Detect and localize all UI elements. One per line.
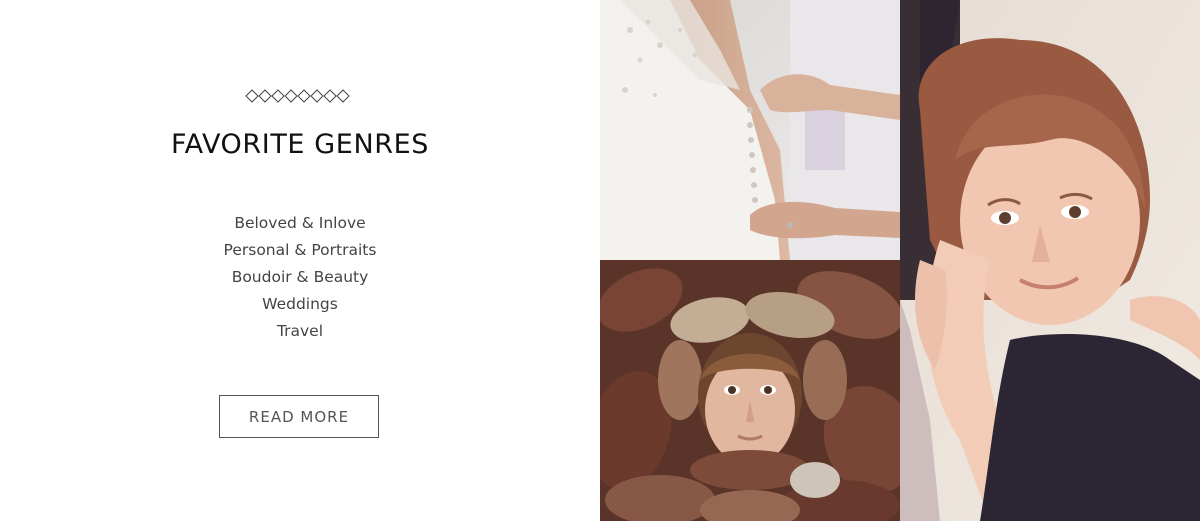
genre-item-travel: Travel	[276, 322, 324, 340]
genre-item-beloved: Beloved & Inlove	[234, 214, 366, 232]
section-title: FAVORITE GENRES	[170, 129, 430, 160]
page: FAVORITE GENRES Beloved & Inlove Persona…	[0, 0, 1200, 521]
wedding-photo[interactable]	[600, 0, 900, 260]
read-more-button[interactable]: READ MORE	[219, 395, 379, 438]
genres-list: Beloved & Inlove Personal & Portraits Bo…	[0, 210, 600, 345]
girl-portrait-photo[interactable]	[900, 0, 1200, 521]
genre-item-weddings: Weddings	[262, 295, 338, 313]
leaves-child-photo[interactable]	[600, 260, 900, 521]
diamond-ornament-icon	[245, 88, 355, 104]
genre-item-portraits: Personal & Portraits	[223, 241, 377, 259]
genres-panel: FAVORITE GENRES Beloved & Inlove Persona…	[0, 0, 600, 521]
genre-item-boudoir: Boudoir & Beauty	[231, 268, 369, 286]
